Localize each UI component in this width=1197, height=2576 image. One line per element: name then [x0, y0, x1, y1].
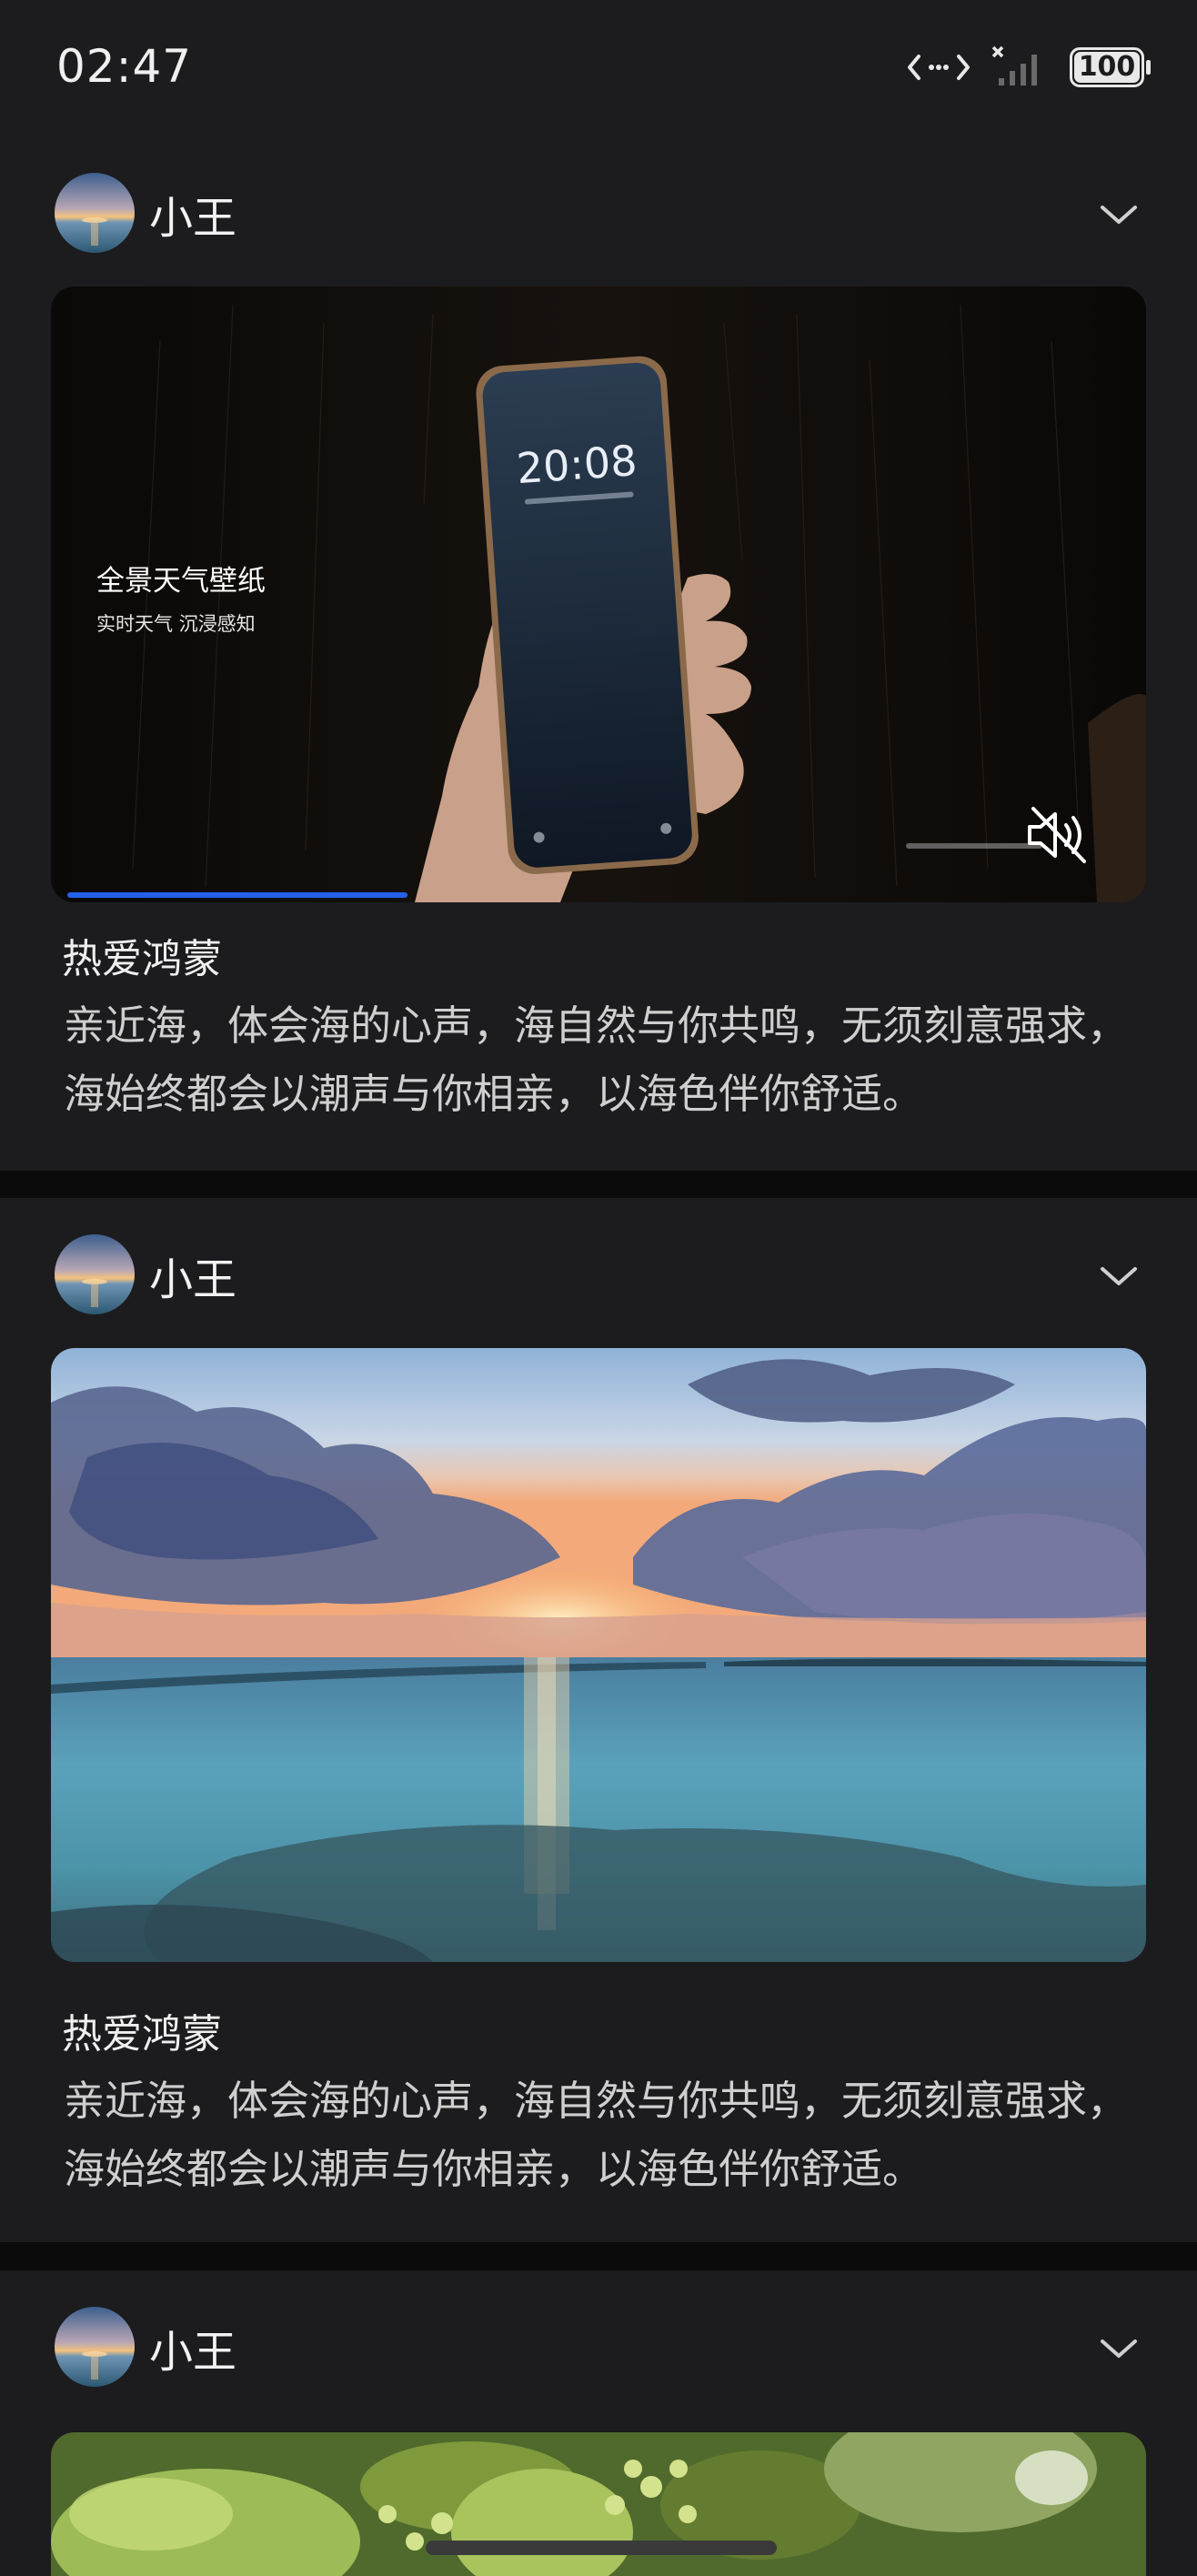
- post-body: 亲近海，体会海的心声，海自然与你共鸣，无须刻意强求，海始终都会以潮声与你相亲，以…: [64, 2077, 1129, 2193]
- chevron-down-icon[interactable]: [1097, 2327, 1141, 2370]
- video-progress-fill: [67, 892, 407, 898]
- author-name[interactable]: 小王: [149, 2316, 236, 2380]
- sunset-sea-image: [51, 1348, 1146, 1962]
- battery-level: 100: [1078, 51, 1136, 83]
- avatar[interactable]: [55, 2307, 135, 2387]
- avatar[interactable]: [55, 1234, 135, 1314]
- post-card: 小王: [0, 2270, 1197, 2576]
- video-caption: 全景天气壁纸 实时天气 沉浸感知: [96, 558, 266, 637]
- no-signal-icon: [991, 45, 1037, 86]
- post-image[interactable]: [51, 1348, 1146, 1962]
- video-progress-bar[interactable]: [67, 892, 1130, 898]
- post-title: 热爱鸿蒙: [62, 2011, 222, 2058]
- chevron-down-icon[interactable]: [1097, 1254, 1141, 1298]
- phone-screen-time: 20:08: [515, 436, 639, 493]
- post-header: 小王: [0, 1198, 1197, 1343]
- video-caption-title: 全景天气壁纸: [96, 565, 266, 598]
- mute-icon[interactable]: [1024, 803, 1095, 867]
- post-title: 热爱鸿蒙: [62, 936, 222, 982]
- status-icons: 100: [906, 45, 1152, 89]
- video-fine-print: [906, 843, 1042, 849]
- author-name[interactable]: 小王: [149, 1243, 236, 1307]
- home-indicator[interactable]: [426, 2541, 777, 2555]
- avatar[interactable]: [55, 173, 135, 253]
- post-header: 小王: [0, 136, 1197, 282]
- post-card: 小王 20:08 全景天气壁纸 实时天气 沉浸感知 热爱鸿蒙 亲近海，体会海的心…: [0, 136, 1197, 1171]
- post-header: 小王: [0, 2270, 1197, 2416]
- status-time: 02:47: [56, 40, 193, 93]
- data-transfer-icon: [908, 55, 970, 80]
- video-player[interactable]: 20:08 全景天气壁纸 实时天气 沉浸感知: [51, 287, 1146, 902]
- author-name[interactable]: 小王: [149, 182, 236, 246]
- video-caption-subtitle: 实时天气 沉浸感知: [96, 613, 256, 635]
- chevron-down-icon[interactable]: [1097, 193, 1141, 236]
- battery-icon: 100: [1070, 47, 1152, 87]
- status-bar: 02:47 100: [0, 0, 1197, 136]
- post-body: 亲近海，体会海的心声，海自然与你共鸣，无须刻意强求，海始终都会以潮声与你相亲，以…: [64, 1001, 1129, 1118]
- post-card: 小王: [0, 1198, 1197, 2242]
